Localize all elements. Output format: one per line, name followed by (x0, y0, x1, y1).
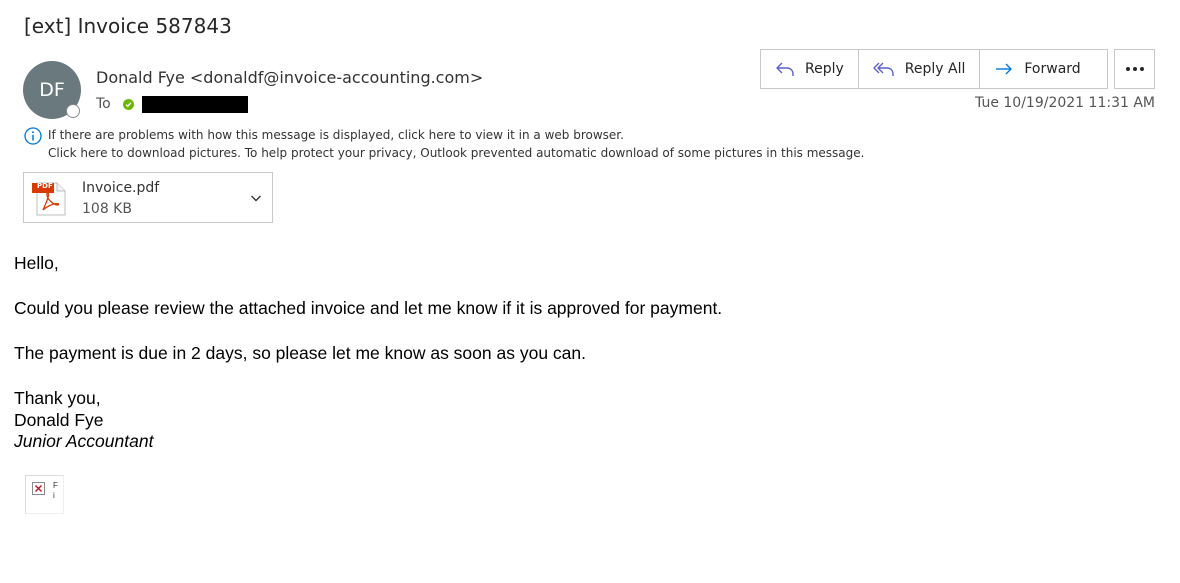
recipient-row: To (96, 94, 248, 114)
reply-all-label: Reply All (904, 61, 966, 77)
broken-image-alt-1: F (53, 481, 58, 490)
forward-label: Forward (1024, 61, 1081, 77)
message-actions-toolbar: Reply Reply All Forward (760, 49, 1108, 89)
reply-icon (776, 62, 794, 76)
reply-all-button[interactable]: Reply All (857, 49, 981, 89)
ellipsis-icon (1125, 67, 1144, 71)
broken-image-icon (32, 482, 45, 495)
broken-image-placeholder: F i (25, 475, 64, 514)
pdf-badge-label: PDF (37, 182, 53, 190)
message-subject: [ext] Invoice 587843 (24, 14, 232, 38)
broken-image-alt-text: F i (53, 481, 58, 501)
body-paragraph-2: The payment is due in 2 days, so please … (14, 343, 586, 363)
reply-all-icon (873, 62, 894, 76)
signature-name: Donald Fye (14, 410, 104, 430)
info-icon (24, 127, 42, 145)
view-in-browser-notice[interactable]: If there are problems with how this mess… (48, 128, 624, 142)
reply-button[interactable]: Reply (760, 49, 859, 89)
broken-image-alt-2: i (53, 491, 55, 500)
forward-button[interactable]: Forward (979, 49, 1108, 89)
attachment-size: 108 KB (82, 201, 132, 217)
chevron-down-icon[interactable] (250, 192, 262, 204)
body-closing: Thank you, (14, 388, 101, 408)
download-pictures-notice[interactable]: Click here to download pictures. To help… (48, 146, 864, 160)
message-timestamp: Tue 10/19/2021 11:31 AM (975, 95, 1155, 111)
body-greeting: Hello, (14, 253, 59, 273)
sender-name[interactable]: Donald Fye <donaldf@invoice-accounting.c… (96, 68, 483, 87)
to-label: To (96, 96, 111, 112)
presence-status-icon (66, 104, 80, 118)
recipient-redacted[interactable] (141, 95, 248, 113)
sender-initials: DF (39, 79, 65, 101)
reply-label: Reply (805, 61, 844, 77)
attachment-card[interactable]: PDF Invoice.pdf 108 KB (23, 172, 273, 223)
verified-check-icon (122, 98, 134, 110)
attachment-name: Invoice.pdf (82, 180, 160, 196)
more-actions-button[interactable] (1114, 49, 1155, 89)
body-paragraph-1: Could you please review the attached inv… (14, 298, 723, 318)
signature-title: Junior Accountant (14, 431, 154, 451)
forward-icon (996, 63, 1013, 75)
